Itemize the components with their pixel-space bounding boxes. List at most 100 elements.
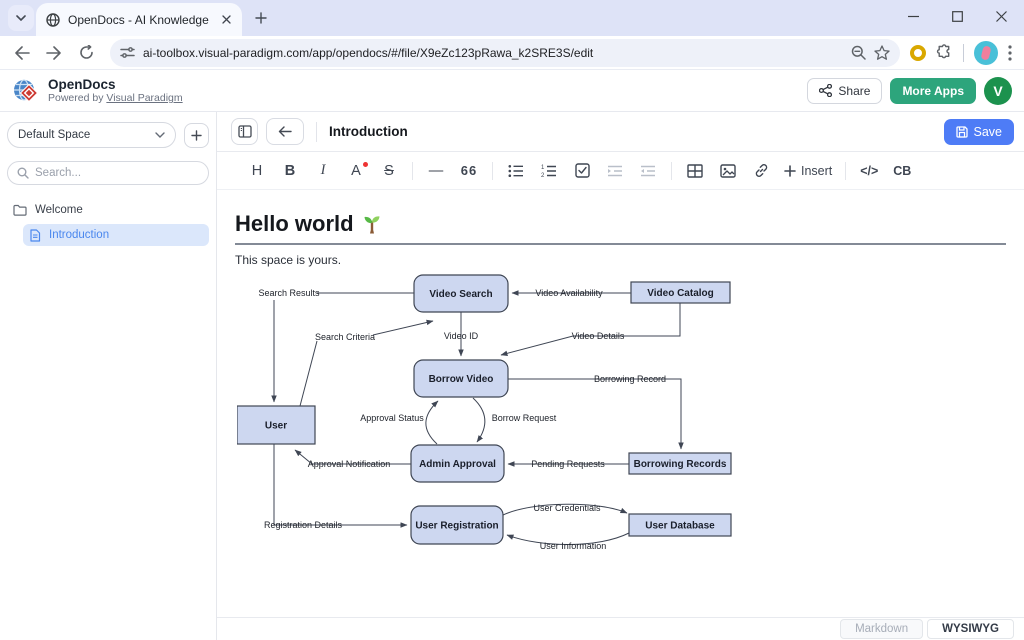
diagram-edge-label: Video Availability (535, 288, 603, 298)
tab-close-icon[interactable] (218, 12, 234, 28)
plus-icon (784, 165, 796, 177)
forward-button[interactable] (40, 39, 68, 67)
chevron-down-icon (155, 132, 165, 138)
diagram-edge-label: Borrowing Record (594, 374, 666, 384)
doc-heading: Hello world (235, 210, 1006, 245)
app-header: OpenDocs Powered by Visual Paradigm Shar… (0, 70, 1024, 112)
task-list-button[interactable] (572, 159, 592, 183)
diagram-edge-search-criteria-b (373, 321, 433, 335)
diagram-edge-label: Approval Status (360, 413, 424, 423)
sidebar-item-introduction[interactable]: Introduction (23, 224, 209, 246)
more-apps-button[interactable]: More Apps (890, 78, 976, 104)
diagram-edge-borrow-request (473, 398, 485, 442)
indent-button[interactable] (605, 159, 625, 183)
browser-profile-avatar[interactable] (974, 41, 998, 65)
diagram-node-label: Video Catalog (647, 288, 714, 299)
image-button[interactable] (718, 159, 738, 183)
close-window-button[interactable] (992, 7, 1010, 25)
divider (316, 122, 317, 142)
bullet-list-icon (508, 164, 524, 178)
extensions-puzzle-icon[interactable] (936, 44, 953, 61)
divider (492, 162, 493, 180)
heading-button[interactable]: H (247, 159, 267, 183)
back-arrow-icon (14, 46, 30, 60)
bookmark-star-icon[interactable] (874, 45, 890, 60)
page-tree: Welcome Introduction (7, 199, 209, 246)
search-input[interactable]: Search... (7, 161, 209, 185)
site-info-icon[interactable] (120, 46, 135, 59)
share-button[interactable]: Share (807, 78, 882, 104)
ordered-list-button[interactable]: 12 (539, 159, 559, 183)
user-avatar[interactable]: V (984, 77, 1012, 105)
zoom-icon[interactable] (851, 45, 866, 60)
page-title: Introduction (329, 124, 408, 139)
sidebar-item-welcome[interactable]: Welcome (7, 199, 209, 221)
document-icon (29, 229, 41, 242)
outdent-button[interactable] (638, 159, 658, 183)
mode-tab-wysiwyg[interactable]: WYSIWYG (927, 619, 1014, 639)
visual-paradigm-link[interactable]: Visual Paradigm (106, 92, 182, 104)
table-icon (687, 164, 703, 178)
tab-search-button[interactable] (8, 5, 34, 31)
document-editor[interactable]: Hello world This space is yours. Video S… (217, 190, 1024, 617)
save-button[interactable]: Save (944, 119, 1015, 145)
url-bar[interactable]: ai-toolbox.visual-paradigm.com/app/opend… (110, 39, 900, 67)
dataflow-diagram[interactable]: Video SearchVideo CatalogBorrow VideoUse… (237, 269, 1006, 566)
opendocs-logo (12, 77, 40, 105)
svg-text:2: 2 (541, 173, 545, 178)
diagram-edge-label: Registration Details (264, 520, 343, 530)
checkbox-icon (575, 163, 590, 178)
diagram-node-label: Admin Approval (419, 459, 496, 470)
add-page-button[interactable] (184, 123, 209, 148)
diagram-edge-label: Approval Notification (308, 459, 391, 469)
bullet-list-button[interactable] (506, 159, 526, 183)
strikethrough-button[interactable]: S (379, 159, 399, 183)
new-tab-button[interactable] (248, 5, 274, 31)
diagram-edge-label: Search Results (258, 288, 320, 298)
mode-tab-markdown[interactable]: Markdown (840, 619, 923, 639)
plus-icon (255, 12, 267, 24)
maximize-button[interactable] (948, 7, 966, 25)
inline-code-button[interactable]: </> (859, 159, 879, 183)
italic-button[interactable]: I (313, 159, 333, 183)
minimize-button[interactable] (904, 7, 922, 25)
tab-title: OpenDocs - AI Knowledge Base (68, 13, 210, 27)
code-block-button[interactable]: CB (892, 159, 912, 183)
powered-by: Powered by Visual Paradigm (48, 92, 183, 104)
table-button[interactable] (685, 159, 705, 183)
diagram-edge-label-bg (237, 269, 239, 270)
window-controls (904, 0, 1016, 32)
browser-tab[interactable]: OpenDocs - AI Knowledge Base (36, 3, 242, 36)
diagram-node-label: User (265, 420, 287, 431)
panel-icon (238, 125, 252, 138)
horizontal-rule-button[interactable]: — (426, 159, 446, 183)
text-color-button[interactable]: A (346, 159, 366, 183)
divider (412, 162, 413, 180)
extension-badge-icon[interactable] (910, 45, 926, 61)
link-button[interactable] (751, 159, 771, 183)
diagram-node-label: Borrow Video (429, 374, 494, 385)
reload-button[interactable] (72, 39, 100, 67)
back-page-button[interactable] (266, 118, 304, 145)
diagram-edge-label: User Credentials (533, 503, 601, 513)
diagram-canvas: Video SearchVideo CatalogBorrow VideoUse… (237, 269, 757, 561)
outdent-icon (640, 165, 656, 177)
folder-icon (13, 204, 27, 216)
reload-icon (79, 45, 94, 60)
browser-menu-icon[interactable] (1008, 45, 1012, 61)
divider (963, 44, 964, 62)
back-button[interactable] (8, 39, 36, 67)
color-dot-icon (363, 162, 368, 167)
image-icon (720, 164, 736, 178)
svg-text:1: 1 (541, 165, 545, 171)
sidebar: Default Space Search... Welcome Introduc… (0, 112, 217, 640)
blockquote-button[interactable]: 66 (459, 159, 479, 183)
space-selector[interactable]: Default Space (7, 122, 176, 148)
insert-button[interactable]: Insert (784, 164, 832, 178)
url-text[interactable]: ai-toolbox.visual-paradigm.com/app/opend… (143, 46, 843, 60)
bold-button[interactable]: B (280, 159, 300, 183)
toggle-sidebar-button[interactable] (231, 118, 258, 145)
diagram-edge-label: Video Details (572, 331, 625, 341)
diagram-edge-video-details (501, 303, 680, 355)
app-name: OpenDocs (48, 77, 183, 92)
